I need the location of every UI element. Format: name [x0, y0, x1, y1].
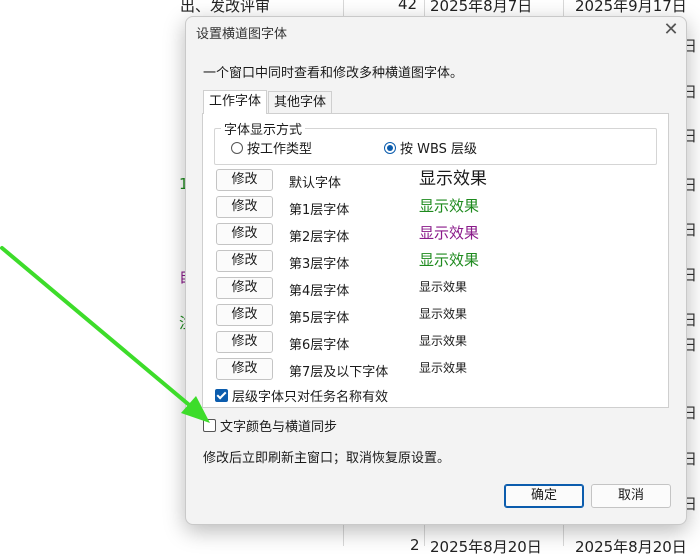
tab-panel: 字体显示方式 按工作类型 按 WBS 层级 修改 默认字体 显示效果 修改 第1… [202, 113, 669, 408]
modify-button[interactable]: 修改 [216, 358, 273, 380]
font-row-level-4: 修改 第4层字体 显示效果 [216, 277, 656, 299]
ok-button[interactable]: 确定 [504, 484, 584, 508]
modify-button[interactable]: 修改 [216, 304, 273, 326]
font-row-level-6: 修改 第6层字体 显示效果 [216, 331, 656, 353]
font-label: 第3层字体 [289, 257, 350, 272]
radio-label: 按工作类型 [247, 142, 313, 157]
font-row-level-5: 修改 第5层字体 显示效果 [216, 304, 656, 326]
font-preview: 显示效果 [416, 304, 571, 325]
close-icon[interactable]: ✕ [659, 19, 683, 43]
checkbox-unchecked-icon [203, 419, 216, 432]
font-label: 第4层字体 [289, 284, 350, 299]
tab-other-font[interactable]: 其他字体 [268, 91, 333, 114]
bg-task-end: 2025年8月20日 [575, 538, 687, 556]
font-label: 第2层字体 [289, 230, 350, 245]
bg-task-num: 2 [410, 536, 420, 554]
bg-task-num: 42 [398, 0, 418, 13]
checkbox-checked-icon [215, 389, 228, 402]
modify-button[interactable]: 修改 [216, 169, 273, 191]
radio-checked-icon [384, 142, 396, 154]
font-preview: 显示效果 [416, 277, 571, 298]
font-row-level-2: 修改 第2层字体 显示效果 [216, 223, 656, 245]
modify-button[interactable]: 修改 [216, 223, 273, 245]
cancel-button[interactable]: 取消 [591, 484, 671, 508]
font-preview: 显示效果 [416, 250, 571, 271]
font-row-level-7-plus: 修改 第7层及以下字体 显示效果 [216, 358, 656, 380]
checkbox-label: 文字颜色与横道同步 [220, 420, 338, 435]
radio-by-work-type[interactable]: 按工作类型 [231, 138, 312, 157]
radio-label: 按 WBS 层级 [400, 142, 478, 157]
dialog-note: 修改后立即刷新主窗口；取消恢复原设置。 [203, 451, 451, 466]
bg-task-start: 2025年8月20日 [430, 538, 542, 556]
bg-task-name: 出、发改评审 [180, 0, 271, 15]
bg-task-start: 2025年8月7日 [430, 0, 533, 15]
radio-by-wbs-level[interactable]: 按 WBS 层级 [384, 138, 477, 157]
modify-button[interactable]: 修改 [216, 250, 273, 272]
layer-font-only-task-name-checkbox[interactable]: 层级字体只对任务名称有效 [215, 386, 388, 405]
display-mode-legend: 字体显示方式 [221, 119, 306, 138]
font-label: 默认字体 [289, 176, 342, 191]
font-row-default: 修改 默认字体 显示效果 [216, 169, 656, 191]
modify-button[interactable]: 修改 [216, 331, 273, 353]
sync-text-color-checkbox[interactable]: 文字颜色与横道同步 [203, 416, 337, 435]
dialog-description: 一个窗口中同时查看和修改多种横道图字体。 [203, 66, 464, 81]
modify-button[interactable]: 修改 [216, 277, 273, 299]
modify-button[interactable]: 修改 [216, 196, 273, 218]
font-label: 第7层及以下字体 [289, 365, 389, 380]
font-preview: 显示效果 [416, 331, 571, 352]
font-preview: 显示效果 [416, 196, 571, 217]
font-preview: 显示效果 [416, 169, 571, 190]
dialog-title: 设置横道图字体 [196, 27, 288, 42]
tab-work-font[interactable]: 工作字体 [203, 90, 268, 114]
font-label: 第6层字体 [289, 338, 350, 353]
bg-task-end: 2025年9月17日 [575, 0, 687, 15]
font-preview: 显示效果 [416, 358, 571, 379]
font-preview: 显示效果 [416, 223, 571, 244]
checkbox-label: 层级字体只对任务名称有效 [232, 390, 389, 405]
display-mode-group: 字体显示方式 按工作类型 按 WBS 层级 [214, 119, 657, 165]
font-row-level-3: 修改 第3层字体 显示效果 [216, 250, 656, 272]
radio-unchecked-icon [231, 142, 243, 154]
font-settings-dialog: 设置横道图字体 ✕ 一个窗口中同时查看和修改多种横道图字体。 工作字体 其他字体… [185, 16, 687, 525]
font-label: 第5层字体 [289, 311, 350, 326]
font-label: 第1层字体 [289, 203, 350, 218]
font-row-level-1: 修改 第1层字体 显示效果 [216, 196, 656, 218]
